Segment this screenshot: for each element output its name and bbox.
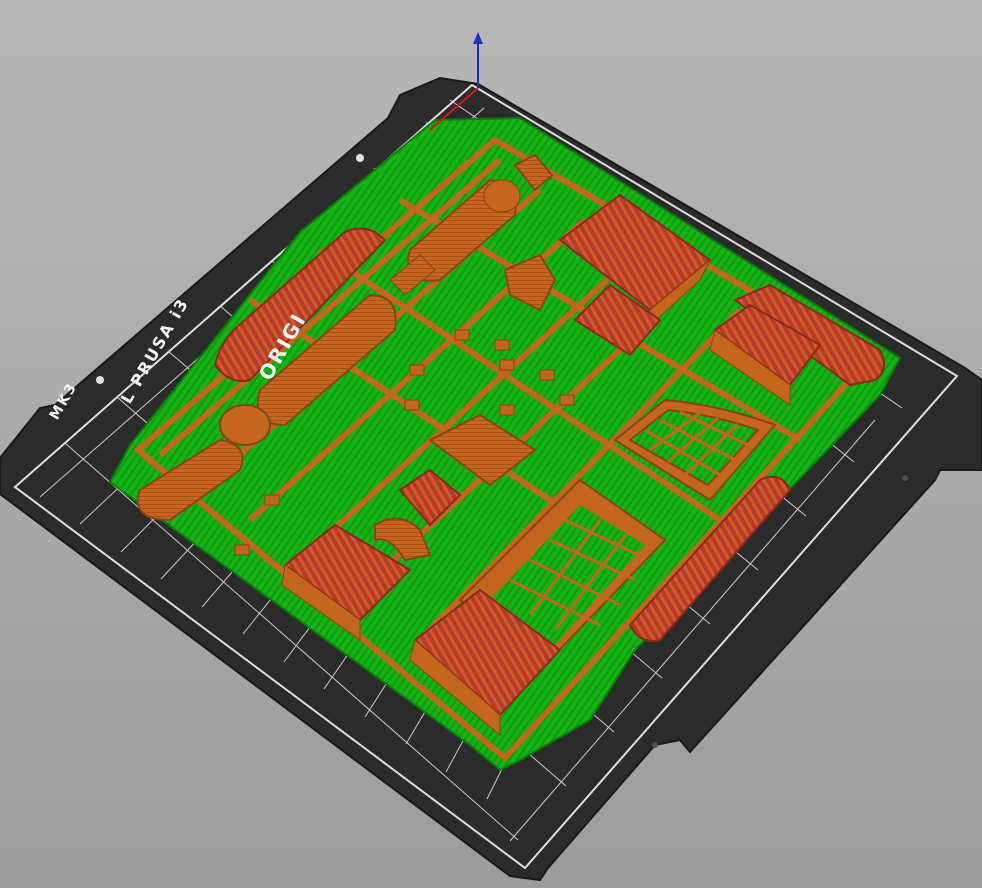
bed-hole bbox=[96, 376, 104, 384]
z-axis-arrow-head bbox=[473, 32, 483, 44]
part-cylinder-end bbox=[219, 404, 271, 446]
bed-hole bbox=[902, 475, 908, 481]
bed-hole bbox=[652, 742, 658, 748]
preview-viewport[interactable]: ORIGI L PRUSA i3 MK3 bbox=[0, 0, 982, 888]
bed-hole bbox=[356, 154, 364, 162]
part-cylinder-cap bbox=[483, 179, 521, 213]
